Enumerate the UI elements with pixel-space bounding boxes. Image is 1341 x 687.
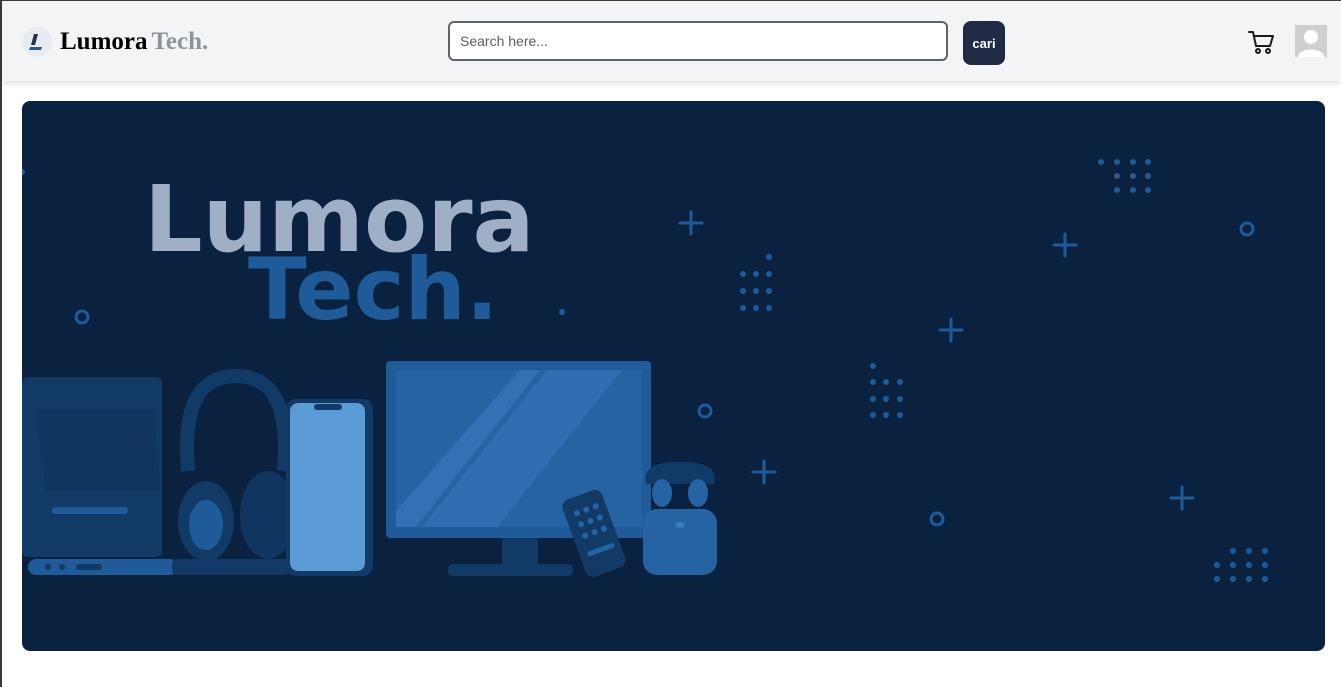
hero-illustration: Lumora Tech. xyxy=(22,159,1268,582)
navbar: Lumora Tech. cari xyxy=(2,1,1341,81)
plus-decorations xyxy=(678,210,1195,511)
user-avatar-icon[interactable] xyxy=(1295,25,1327,57)
phone-illustration xyxy=(286,399,373,576)
hero-banner: Lumora Tech. xyxy=(22,101,1325,651)
hero-title-line2: Tech. xyxy=(248,240,498,340)
brand-suffix: Tech. xyxy=(151,28,209,55)
brand-logo-icon xyxy=(22,27,52,57)
search-input[interactable] xyxy=(448,21,948,61)
search-button[interactable]: cari xyxy=(963,21,1005,65)
brand[interactable]: Lumora Tech. xyxy=(22,25,208,59)
brand-name: Lumora xyxy=(60,28,148,55)
headphones-illustration xyxy=(178,368,296,561)
cart-icon[interactable] xyxy=(1247,29,1275,55)
earbuds-illustration xyxy=(643,462,717,575)
